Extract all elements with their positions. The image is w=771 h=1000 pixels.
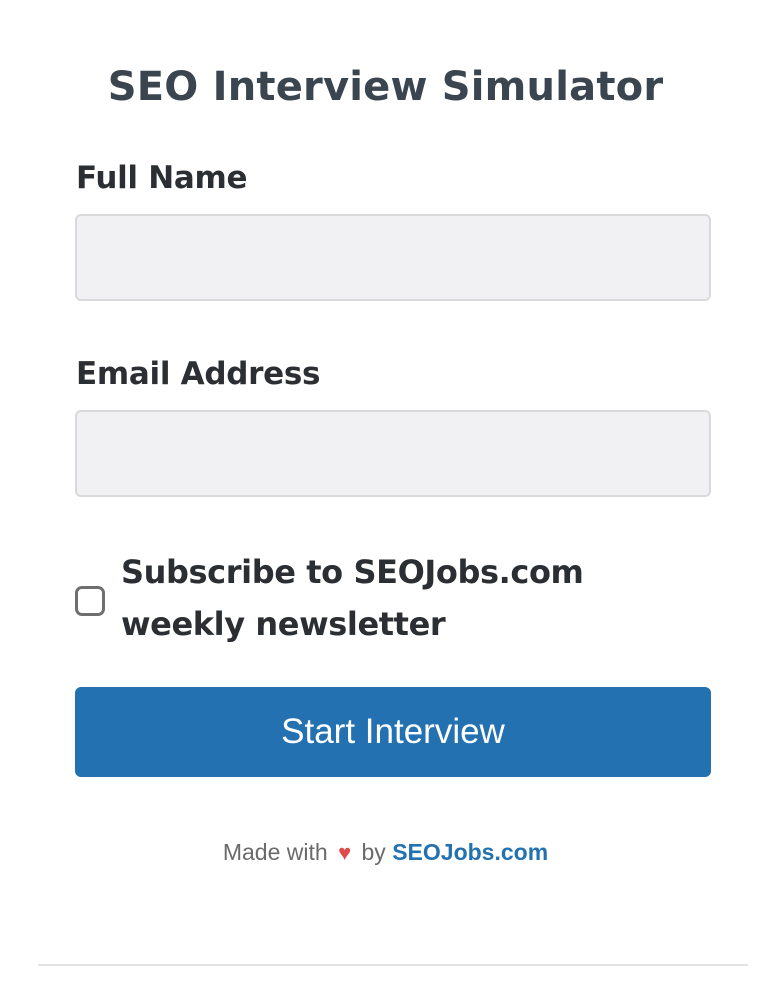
subscribe-checkbox[interactable] xyxy=(75,586,105,616)
email-label: Email Address xyxy=(76,356,321,392)
full-name-input[interactable] xyxy=(75,214,711,301)
page-title: SEO Interview Simulator xyxy=(107,64,664,110)
interview-form-page: SEO Interview Simulator Full Name Email … xyxy=(0,0,771,1000)
heart-icon: ♥ xyxy=(338,840,352,865)
footer-by-text: by xyxy=(361,839,386,865)
start-interview-button[interactable]: Start Interview xyxy=(75,687,711,777)
footer-divider xyxy=(38,964,748,966)
email-input[interactable] xyxy=(75,410,711,497)
subscribe-checkbox-label[interactable]: Subscribe to SEOJobs.com weekly newslett… xyxy=(121,546,681,650)
footer-made-with-text: Made with xyxy=(222,839,328,865)
footer-credit: Made with ♥ by SEOJobs.com xyxy=(0,836,771,869)
seojobs-link[interactable]: SEOJobs.com xyxy=(392,839,548,865)
full-name-label: Full Name xyxy=(76,160,248,196)
